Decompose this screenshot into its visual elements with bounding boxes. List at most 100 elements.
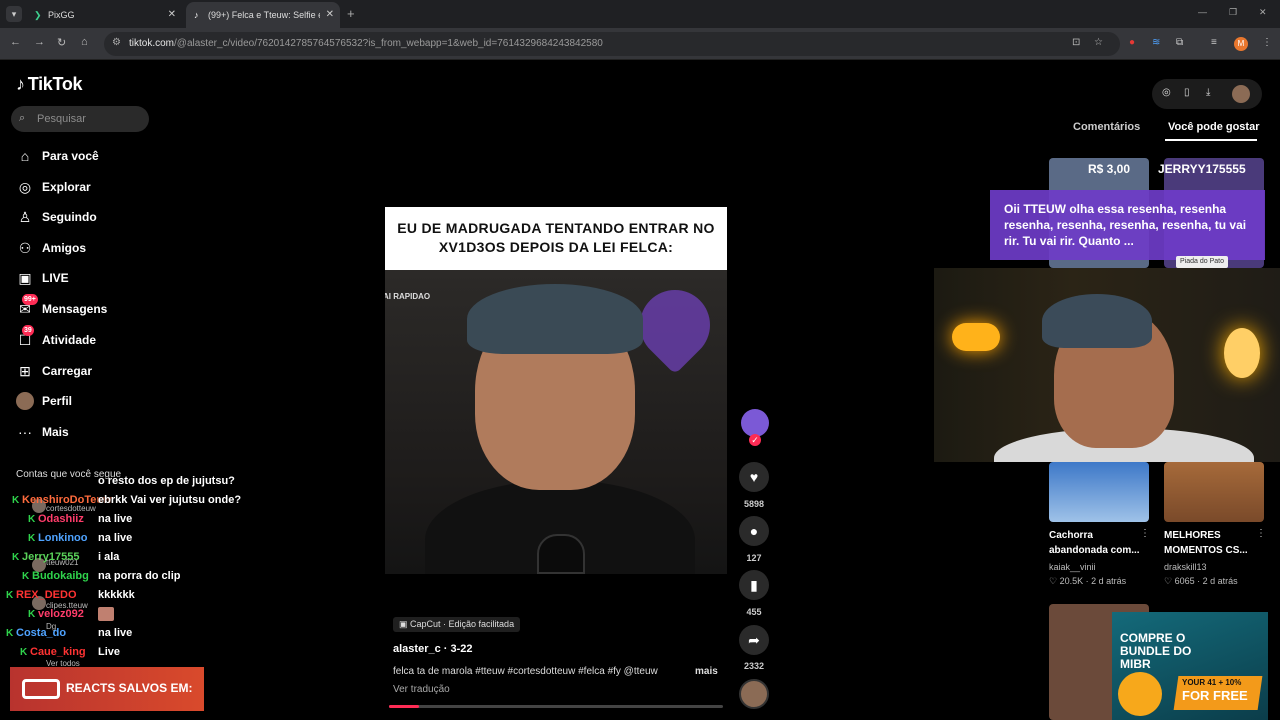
share-button[interactable]: ➦ <box>739 625 769 655</box>
chat-username: veloz092 <box>38 608 84 620</box>
capcut-badge[interactable]: ▣ CapCut · Edição facilitada <box>393 617 521 632</box>
chat-message: o resto dos ep de jujutsu? <box>98 475 235 487</box>
address-bar[interactable]: ⚙ tiktok.com/@alaster_c/video/7620142785… <box>104 32 1120 56</box>
bookmark-star-icon[interactable]: ☆ <box>1094 37 1103 48</box>
video-author[interactable]: alaster_c · 3-22 <box>393 643 473 655</box>
promo-title: COMPRE O BUNDLE DO MIBR <box>1120 631 1192 671</box>
kick-icon: K <box>28 609 36 620</box>
share-arrow-icon: ➦ <box>748 632 760 648</box>
tab-search-button[interactable]: ▾ <box>6 6 22 22</box>
mibr-promo-banner: COMPRE O BUNDLE DO MIBR YOUR 41 + 10% FO… <box>1112 612 1268 720</box>
promo-subtext: YOUR 41 + 10% <box>1182 678 1242 687</box>
kick-icon: K <box>12 495 20 506</box>
nav-mais[interactable]: ··· Mais <box>16 421 156 443</box>
video-thumbnail[interactable] <box>1164 462 1264 522</box>
minimize-icon[interactable]: — <box>1198 7 1207 17</box>
close-tab-icon[interactable]: ✕ <box>168 2 176 28</box>
video-title[interactable]: MELHORES MOMENTOS CS... <box>1164 528 1256 558</box>
search-input[interactable]: ⌕ Pesquisar <box>11 106 149 132</box>
restore-icon[interactable]: ❐ <box>1229 7 1237 18</box>
video-player[interactable]: EU DE MADRUGADA TENTANDO ENTRAR NO XV1D3… <box>385 207 727 574</box>
back-icon[interactable]: ← <box>10 36 21 48</box>
tab-tiktok[interactable]: ♪ (99+) Felca e Tteuw: Selfie e Dor ✕ <box>186 2 340 28</box>
save-count: 455 <box>746 607 762 617</box>
creator-avatar[interactable] <box>741 409 769 437</box>
kick-icon: K <box>28 514 36 525</box>
kick-icon: K <box>6 590 14 601</box>
install-app-icon[interactable]: ⊡ <box>1072 37 1080 48</box>
extension-audio-icon[interactable]: ≋ <box>1152 37 1160 48</box>
browser-profile-avatar[interactable]: M <box>1234 37 1248 51</box>
new-tab-button[interactable]: + <box>347 6 355 21</box>
kick-icon: K <box>12 552 20 563</box>
download-icon[interactable]: ⤓ <box>1206 87 1210 98</box>
friends-icon: ⚇ <box>18 240 32 256</box>
upload-icon: ⊞ <box>19 363 31 379</box>
reload-icon[interactable]: ↻ <box>57 36 66 49</box>
video-progress-bar[interactable] <box>389 705 723 708</box>
more-options-icon[interactable]: ⋮ <box>1140 528 1150 539</box>
follow-plus-icon[interactable]: ✓ <box>749 434 761 446</box>
tab-title: PixGG <box>48 10 75 20</box>
nav-amigos[interactable]: ⚇ Amigos <box>16 237 156 259</box>
nav-live[interactable]: ▣ LIVE <box>16 267 156 289</box>
donation-message: Oii TTEUW olha essa resenha, resenha res… <box>1004 202 1247 248</box>
compass-small-icon[interactable]: ◎ <box>1162 87 1171 98</box>
user-avatar[interactable] <box>1232 85 1250 103</box>
site-info-icon[interactable]: ⚙ <box>112 37 121 48</box>
chat-message: na live <box>98 513 133 525</box>
nav-explorar[interactable]: ◎ Explorar <box>16 176 156 198</box>
messages-badge: 99+ <box>22 294 38 305</box>
comment-button[interactable]: ● <box>739 516 769 546</box>
more-options-icon[interactable]: ⋮ <box>1256 528 1266 539</box>
video-frame: AI RAPIDAO <box>385 270 727 574</box>
like-button[interactable]: ♥ <box>739 462 769 492</box>
browser-menu-icon[interactable]: ⋮ <box>1262 37 1272 48</box>
media-control-icon[interactable]: ≡ <box>1211 37 1217 48</box>
translate-link[interactable]: Ver tradução <box>393 684 450 695</box>
tab-voce-pode-gostar[interactable]: Você pode gostar <box>1168 121 1259 133</box>
video-author[interactable]: kaiak__vinii <box>1049 562 1096 572</box>
chat-message: kkkkkk <box>98 589 135 601</box>
heart-outline-icon: ♡ <box>1049 576 1060 586</box>
tab-pixgg[interactable]: ❯ PixGG ✕ <box>26 2 182 28</box>
extension-red-icon[interactable]: ● <box>1129 37 1135 48</box>
chat-username: REX_DEDO <box>16 589 77 601</box>
like-count: 5898 <box>743 499 765 509</box>
search-icon: ⌕ <box>19 112 26 124</box>
profile-icon <box>16 392 34 410</box>
following-icon: ♙ <box>18 209 32 225</box>
music-disc[interactable] <box>739 679 769 709</box>
live-icon: ▣ <box>18 270 32 286</box>
close-tab-icon[interactable]: ✕ <box>326 2 334 28</box>
nav-para-voce[interactable]: ⌂ Para você <box>16 145 156 167</box>
video-meta: ♡ 20.5K · 2 d atrás <box>1049 576 1127 586</box>
person-cap <box>467 284 643 354</box>
forward-icon[interactable]: → <box>34 36 45 48</box>
nav-seguindo[interactable]: ♙ Seguindo <box>16 206 156 228</box>
phone-icon[interactable]: ▯ <box>1184 87 1190 98</box>
close-window-icon[interactable]: ✕ <box>1259 7 1267 18</box>
tiktok-logo[interactable]: ♪ TikTok <box>16 74 83 95</box>
nav-perfil[interactable]: Perfil <box>16 390 156 412</box>
nav-carregar[interactable]: ⊞ Carregar <box>16 360 156 382</box>
share-count: 2332 <box>743 661 765 671</box>
nav-atividade[interactable]: ☐ 39 Atividade <box>16 325 156 351</box>
tab-title: (99+) Felca e Tteuw: Selfie e Dor <box>208 10 320 20</box>
more-button[interactable]: mais <box>695 666 718 677</box>
chat-message: na porra do clip <box>98 570 181 582</box>
home-browser-icon[interactable]: ⌂ <box>81 36 88 48</box>
address-toolbar: ← → ↻ ⌂ ⚙ tiktok.com/@alaster_c/video/76… <box>0 28 1280 60</box>
video-author[interactable]: drakskill13 <box>1164 562 1207 572</box>
video-title[interactable]: Cachorra abandonada com... <box>1049 528 1145 558</box>
extensions-puzzle-icon[interactable]: ⧉ <box>1176 37 1183 48</box>
save-button[interactable]: ▮ <box>739 570 769 600</box>
chat-message: ebrkk Vai ver jujutsu onde? <box>98 494 242 506</box>
chat-emote <box>98 607 114 621</box>
search-placeholder: Pesquisar <box>37 113 86 125</box>
nav-mensagens[interactable]: ✉ 99+ Mensagens <box>16 294 156 320</box>
video-thumbnail[interactable] <box>1049 462 1149 522</box>
heart-outline-icon: ♡ <box>1164 576 1175 586</box>
tab-comentarios[interactable]: Comentários <box>1073 121 1140 133</box>
streamer-cap <box>1042 294 1152 348</box>
